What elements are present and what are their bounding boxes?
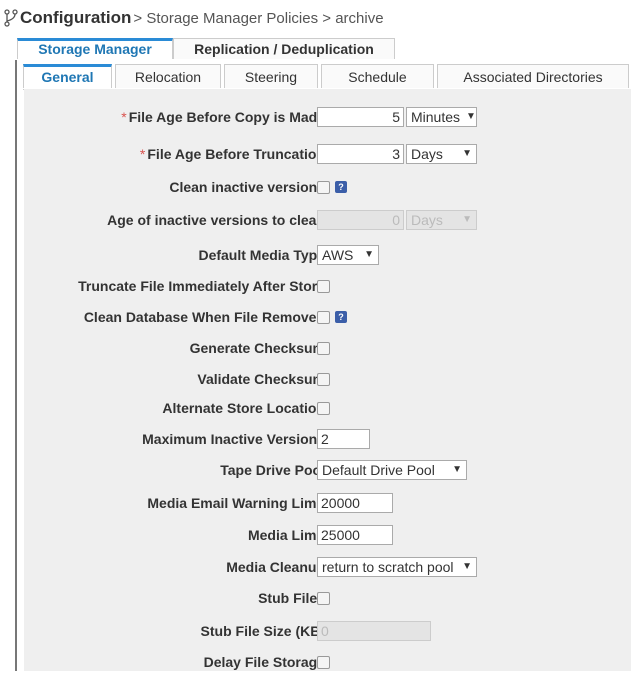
- tab-storage-manager[interactable]: Storage Manager: [17, 38, 173, 59]
- delay-storage-checkbox[interactable]: [317, 655, 330, 669]
- general-settings-form: * File Age Before Copy is Made 5 Minutes ▼…: [24, 89, 631, 671]
- tab-general[interactable]: General: [23, 64, 112, 88]
- age-inactive-unit-select[interactable]: Days ▼: [406, 210, 477, 230]
- row-delay-storage: Delay File Storage: [24, 648, 631, 676]
- tape-pool-label: Tape Drive Pool: [220, 462, 325, 478]
- tab-schedule[interactable]: Schedule: [321, 64, 434, 88]
- chevron-down-icon: ▼: [462, 561, 472, 572]
- row-age-inactive: Age of inactive versions to clean 0 Days…: [24, 206, 631, 234]
- email-warning-label: Media Email Warning Limit: [147, 495, 325, 511]
- age-inactive-label: Age of inactive versions to clean: [107, 212, 325, 228]
- chevron-down-icon: ▼: [462, 214, 472, 225]
- row-clean-inactive: Clean inactive versions ?: [24, 173, 631, 201]
- breadcrumb: > Storage Manager Policies > archive: [133, 9, 384, 27]
- file-age-trunc-unit-select[interactable]: Days ▼: [406, 144, 477, 164]
- age-inactive-unit-value: Days: [411, 212, 443, 228]
- delay-storage-label: Delay File Storage: [203, 654, 325, 670]
- media-cleanup-select[interactable]: return to scratch pool ▼: [317, 557, 477, 577]
- email-warning-input[interactable]: 20000: [317, 493, 393, 513]
- row-tape-pool: Tape Drive Pool Default Drive Pool ▼: [24, 456, 631, 484]
- clean-database-label: Clean Database When File Removed: [83, 309, 325, 325]
- chevron-down-icon: ▼: [466, 111, 476, 122]
- stub-size-label: Stub File Size (KB): [200, 623, 325, 639]
- tab-relocation[interactable]: Relocation: [115, 64, 221, 88]
- row-generate-checksum: Generate Checksum: [24, 334, 631, 362]
- row-media-cleanup: Media Cleanup return to scratch pool ▼: [24, 553, 631, 581]
- row-file-age-copy: * File Age Before Copy is Made 5 Minutes ▼: [24, 103, 631, 131]
- help-icon[interactable]: ?: [335, 181, 347, 193]
- page-title: Configuration: [20, 8, 132, 27]
- truncate-immediately-checkbox[interactable]: [317, 279, 330, 293]
- help-icon[interactable]: ?: [335, 311, 347, 323]
- media-limit-label: Media Limit: [247, 527, 325, 543]
- max-inactive-label: Maximum Inactive Versions: [142, 431, 325, 447]
- file-age-trunc-label: File Age Before Truncation: [147, 146, 325, 162]
- row-validate-checksum: Validate Checksum: [24, 365, 631, 393]
- row-media-type: Default Media Type AWS ▼: [24, 241, 631, 269]
- truncate-immediately-label: Truncate File Immediately After Store: [78, 278, 325, 294]
- stub-files-label: Stub Files: [258, 590, 325, 606]
- media-type-value: AWS: [322, 247, 354, 263]
- row-media-limit: Media Limit 25000: [24, 521, 631, 549]
- file-age-copy-unit-select[interactable]: Minutes ▼: [406, 107, 477, 127]
- tape-pool-value: Default Drive Pool: [322, 462, 435, 478]
- inner-tab-bar: General Relocation Steering Schedule Ass…: [23, 64, 629, 90]
- outer-tab-bar: Storage Manager Replication / Deduplicat…: [17, 38, 395, 60]
- row-stub-size: Stub File Size (KB) 0: [24, 617, 631, 645]
- media-cleanup-value: return to scratch pool: [322, 559, 454, 575]
- age-inactive-input[interactable]: 0: [317, 210, 404, 230]
- media-cleanup-label: Media Cleanup: [226, 559, 325, 575]
- page-header: Configuration > Storage Manager Policies…: [0, 0, 631, 36]
- media-type-label: Default Media Type: [198, 247, 325, 263]
- tape-pool-select[interactable]: Default Drive Pool ▼: [317, 460, 467, 480]
- stub-files-checkbox[interactable]: [317, 591, 330, 605]
- tab-steering[interactable]: Steering: [224, 64, 318, 88]
- row-max-inactive: Maximum Inactive Versions 2: [24, 425, 631, 453]
- row-clean-database: Clean Database When File Removed ?: [24, 303, 631, 331]
- alternate-store-label: Alternate Store Location: [162, 400, 325, 416]
- file-age-copy-input[interactable]: 5: [317, 107, 404, 127]
- required-marker: *: [139, 146, 146, 162]
- max-inactive-input[interactable]: 2: [317, 429, 370, 449]
- alternate-store-checkbox[interactable]: [317, 401, 330, 415]
- chevron-down-icon: ▼: [462, 148, 472, 159]
- media-type-select[interactable]: AWS ▼: [317, 245, 379, 265]
- row-alternate-store: Alternate Store Location: [24, 394, 631, 422]
- file-age-copy-label: File Age Before Copy is Made: [128, 109, 325, 125]
- generate-checksum-label: Generate Checksum: [189, 340, 325, 356]
- chevron-down-icon: ▼: [364, 249, 374, 260]
- clean-inactive-checkbox[interactable]: [317, 180, 330, 194]
- media-limit-input[interactable]: 25000: [317, 525, 393, 545]
- row-truncate-immediately: Truncate File Immediately After Store: [24, 272, 631, 300]
- chevron-down-icon: ▼: [452, 464, 462, 475]
- row-email-warning: Media Email Warning Limit 20000: [24, 489, 631, 517]
- row-stub-files: Stub Files: [24, 584, 631, 612]
- row-file-age-truncation: * File Age Before Truncation 3 Days ▼: [24, 140, 631, 168]
- clean-inactive-label: Clean inactive versions: [169, 179, 325, 195]
- branch-icon: [4, 9, 18, 27]
- file-age-trunc-input[interactable]: 3: [317, 144, 404, 164]
- file-age-copy-unit-value: Minutes: [411, 109, 461, 125]
- generate-checksum-checkbox[interactable]: [317, 341, 330, 355]
- validate-checksum-checkbox[interactable]: [317, 372, 330, 386]
- tab-associated-directories[interactable]: Associated Directories: [437, 64, 629, 88]
- validate-checksum-label: Validate Checksum: [197, 371, 325, 387]
- clean-database-checkbox[interactable]: [317, 310, 330, 324]
- tab-replication-deduplication[interactable]: Replication / Deduplication: [173, 38, 395, 59]
- stub-size-input[interactable]: 0: [317, 621, 431, 641]
- file-age-trunc-unit-value: Days: [411, 146, 443, 162]
- required-marker: *: [121, 109, 127, 125]
